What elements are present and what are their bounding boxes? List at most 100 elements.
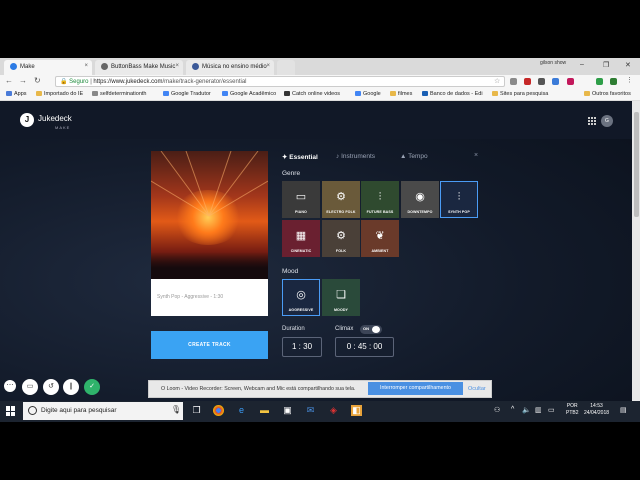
cortana-icon [28, 406, 37, 415]
task-view-icon[interactable]: ❐ [191, 405, 202, 416]
brand-name[interactable]: Jukedeck [38, 114, 72, 123]
bookmark-star-icon[interactable]: ☆ [494, 77, 500, 85]
address-bar[interactable]: 🔒 Seguro | https://www.jukedeck.com/make… [55, 76, 505, 87]
genre-future-bass[interactable]: ⫶ FUTURE BASS [361, 181, 399, 218]
chrome-icon[interactable] [213, 405, 224, 416]
bookmark-item[interactable]: Banco de dados - Edi [422, 91, 483, 97]
tab-label: ButtonBass Make Music [111, 64, 176, 71]
minimize-icon[interactable]: – [580, 61, 584, 68]
genre-folk[interactable]: ⚙ FOLK [322, 220, 360, 257]
taskbar-search[interactable]: Digite aqui para pesquisar [23, 402, 183, 420]
notifications-icon[interactable]: ▤ [620, 406, 627, 414]
store-icon[interactable]: ▣ [282, 405, 293, 416]
bookmark-apps[interactable]: Apps [6, 91, 27, 97]
bookmark-item[interactable]: selfdeterminationth [92, 91, 146, 97]
bookmark-folder[interactable]: Importado do IE [36, 91, 83, 97]
bookmark-item[interactable]: Google Acadêmico [222, 91, 276, 97]
loom-more-icon[interactable]: ⋯ [4, 380, 16, 392]
toggle-label: ON [363, 326, 369, 331]
restore-icon[interactable]: ❐ [603, 61, 609, 69]
bookmark-folder[interactable]: filmes [390, 91, 412, 97]
explorer-icon[interactable]: ▬ [259, 405, 270, 416]
bookmark-other[interactable]: Outros favoritos [584, 91, 631, 97]
climax-title: Climax [335, 326, 354, 332]
speaker-icon: ◎ [296, 289, 306, 301]
language-indicator[interactable]: POR PTB2 [566, 403, 579, 417]
tab-make[interactable]: Make × [4, 60, 92, 75]
people-icon[interactable]: ⚇ [494, 406, 500, 414]
close-tab-icon[interactable]: × [175, 63, 179, 69]
extension-icon[interactable] [610, 78, 617, 85]
tab-tempo[interactable]: ▲ Tempo [400, 153, 428, 160]
check-icon[interactable]: ✓ [84, 379, 100, 395]
network-icon[interactable]: ▥ [535, 406, 542, 414]
close-window-icon[interactable]: ✕ [625, 61, 631, 69]
mood-moody[interactable]: ❏ MOODY [322, 279, 360, 316]
stop-sharing-button[interactable]: Interromper compartilhamento [368, 382, 463, 395]
piano-icon: ▭ [295, 191, 307, 203]
restart-icon[interactable]: ↺ [43, 379, 59, 395]
genre-piano[interactable]: ▭ PIANO [282, 181, 320, 218]
extension-icon[interactable] [552, 78, 559, 85]
edge-icon[interactable]: e [236, 405, 247, 416]
microphone-icon[interactable]: 🎙 [171, 405, 181, 414]
menu-icon[interactable]: ⋮ [626, 76, 633, 84]
volume-icon[interactable]: 🔈 [522, 406, 531, 414]
sliders-icon: ⫶ [378, 191, 382, 203]
tab-essential[interactable]: ✦ Essential [282, 153, 318, 161]
back-icon[interactable]: ← [5, 76, 13, 85]
extension-icon[interactable] [510, 78, 517, 85]
profile-name[interactable]: gilson show [540, 60, 566, 66]
genre-cinematic[interactable]: ▦ CINEMATIC [282, 220, 320, 257]
hide-button[interactable]: Ocultar [468, 386, 486, 392]
jukedeck-logo-icon[interactable]: J [20, 113, 34, 127]
speaker-icon: ◉ [415, 191, 425, 203]
battery-icon[interactable]: ▭ [548, 406, 555, 414]
scrollbar-thumb[interactable] [634, 112, 639, 217]
bookmark-item[interactable]: Google Tradutor [163, 91, 211, 97]
extension-icon[interactable] [538, 78, 545, 85]
windows-start-icon[interactable] [6, 406, 16, 416]
clock[interactable]: 14:53 24/04/2018 [584, 403, 609, 417]
genre-ambient[interactable]: ❦ AMBIENT [361, 220, 399, 257]
app-icon[interactable]: ◧ [351, 405, 362, 416]
extension-icon[interactable] [596, 78, 603, 85]
brand-sub: MAKE [55, 125, 71, 130]
tab-buttonbass[interactable]: ButtonBass Make Music × [95, 60, 183, 75]
duration-seconds: 30 [303, 342, 313, 351]
reload-icon[interactable]: ↻ [34, 76, 41, 85]
app-icon[interactable]: ◈ [328, 405, 339, 416]
tray-up-icon[interactable]: ^ [511, 406, 514, 413]
close-tab-icon[interactable]: × [84, 63, 88, 69]
duration-field[interactable]: 1 : 30 [282, 337, 322, 357]
genre-downtempo[interactable]: ◉ DOWNTEMPO [401, 181, 439, 218]
loom-message: O Loom - Video Recorder: Screen, Webcam … [161, 386, 356, 392]
pause-icon[interactable]: ∥ [63, 379, 79, 395]
tab-musica[interactable]: Música no ensino médio × [186, 60, 274, 75]
mail-icon[interactable]: ✉ [305, 405, 316, 416]
close-tab-icon[interactable]: × [266, 63, 270, 69]
bookmark-item[interactable]: Catch online videos [284, 91, 340, 97]
feather-icon: ❦ [375, 230, 385, 242]
bookmark-item[interactable]: Google [355, 91, 381, 97]
create-track-button[interactable]: CREATE TRACK [151, 331, 268, 359]
tab-label: Make [20, 64, 35, 71]
mood-title: Mood [282, 268, 299, 275]
genre-electro-folk[interactable]: ⚙ ELECTRO FOLK [322, 181, 360, 218]
chat-icon: ❏ [336, 289, 346, 301]
avatar[interactable]: G [601, 115, 613, 127]
close-panel-icon[interactable]: × [474, 152, 478, 159]
bookmark-folder[interactable]: Sites para pesquisa [492, 91, 548, 97]
climax-time-field[interactable]: 0 : 45 : 00 [335, 337, 394, 357]
mood-aggressive[interactable]: ◎ AGGRESSIVE [282, 279, 320, 316]
forward-icon[interactable]: → [19, 76, 27, 85]
extension-icon[interactable] [567, 78, 574, 85]
camera-icon[interactable]: ▭ [22, 379, 38, 395]
extension-icon[interactable] [524, 78, 531, 85]
apps-grid-icon[interactable] [588, 117, 596, 125]
url-host: https://www.jukedeck.com [93, 79, 163, 85]
tab-instruments[interactable]: ♪ Instruments [336, 153, 375, 160]
genre-synth-pop[interactable]: ⫶ SYNTH POP [440, 181, 478, 218]
grid-icon: ▦ [295, 230, 307, 242]
new-tab-button[interactable] [277, 60, 295, 75]
